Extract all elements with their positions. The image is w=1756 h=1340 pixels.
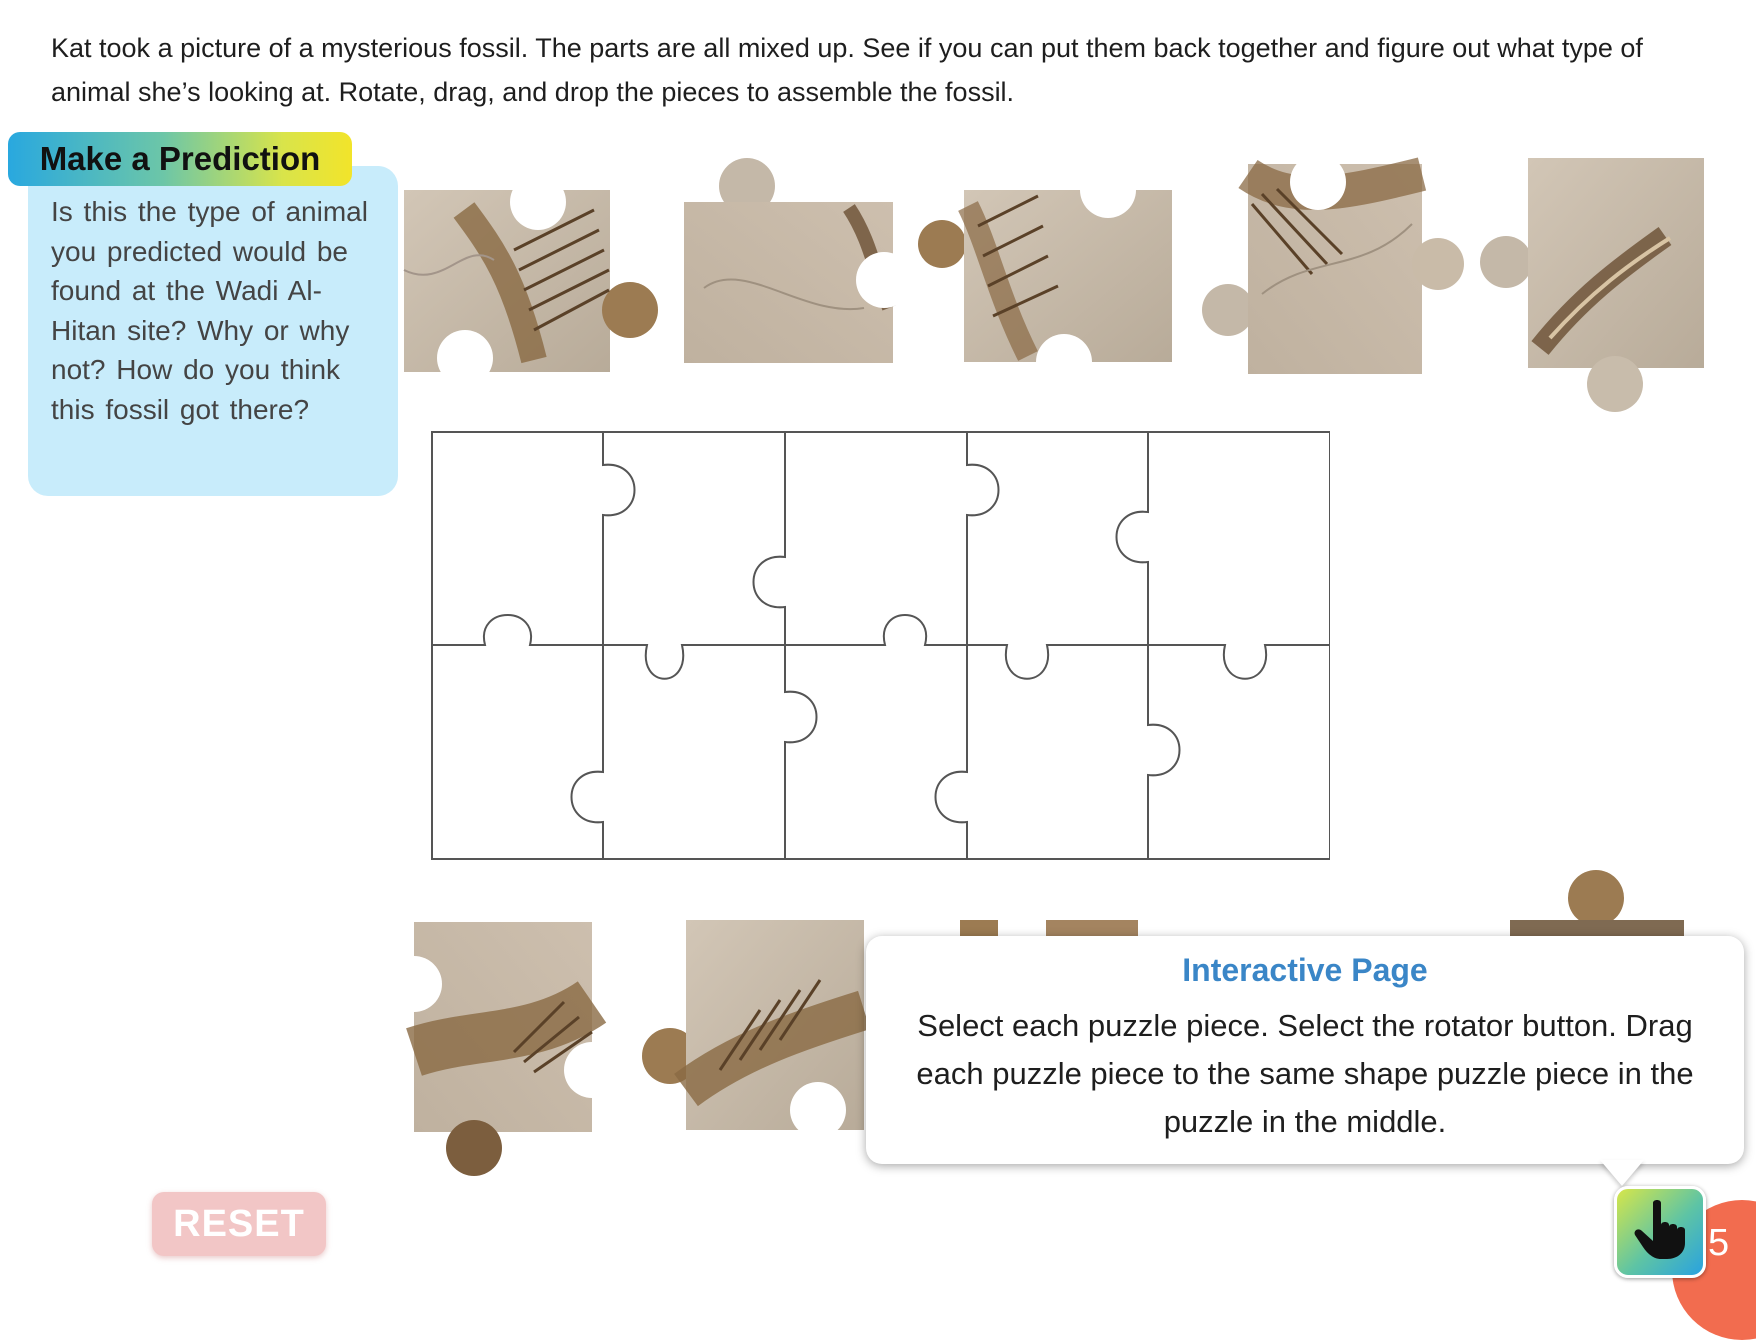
puzzle-piece-5[interactable]	[1480, 158, 1705, 414]
interactive-hand-button[interactable]	[1614, 1186, 1706, 1278]
pointing-hand-icon	[1631, 1199, 1689, 1266]
prediction-tab: Make a Prediction	[8, 132, 352, 186]
page-number: 5	[1708, 1222, 1730, 1264]
puzzle-piece-7[interactable]	[640, 920, 870, 1138]
puzzle-piece-9[interactable]	[1510, 870, 1690, 940]
puzzle-piece-1[interactable]	[403, 174, 658, 386]
puzzle-piece-6[interactable]	[386, 922, 620, 1178]
popup-body: Select each puzzle piece. Select the rot…	[916, 1008, 1694, 1139]
puzzle-piece-2[interactable]	[684, 158, 912, 368]
reset-button[interactable]: RESET	[152, 1192, 326, 1256]
intro-text: Kat took a picture of a mysterious fossi…	[51, 33, 1643, 107]
puzzle-piece-3[interactable]	[918, 162, 1173, 390]
interactive-page-popup: Interactive Page Select each puzzle piec…	[866, 936, 1744, 1164]
popup-pointer	[1600, 1160, 1644, 1186]
prediction-text: Is this the type of animal you predicted…	[51, 196, 368, 425]
puzzle-piece-4[interactable]	[1202, 154, 1464, 376]
puzzle-board[interactable]	[430, 430, 1331, 875]
popup-title: Interactive Page	[1182, 952, 1428, 988]
